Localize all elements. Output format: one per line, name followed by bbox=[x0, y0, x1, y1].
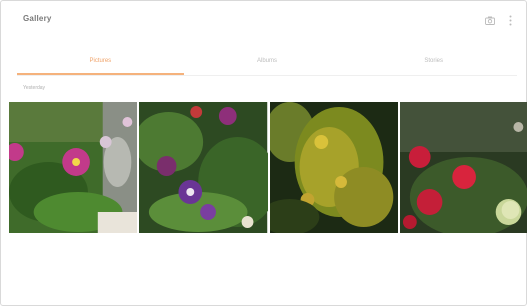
date-section-label: Yesterday bbox=[23, 85, 46, 91]
photo-thumbnail-yellow-shrub[interactable] bbox=[269, 102, 398, 233]
photo-thumbnail-columbine-flowers[interactable] bbox=[139, 102, 268, 233]
tab-stories[interactable]: Stories bbox=[350, 47, 517, 75]
app-window: Gallery Pictures Albums Stories Yesterda… bbox=[0, 0, 527, 306]
app-actions bbox=[484, 13, 516, 27]
tab-albums[interactable]: Albums bbox=[184, 47, 351, 75]
tabs-divider bbox=[17, 75, 517, 76]
photo-thumbnail-pink-flowers[interactable] bbox=[9, 102, 138, 233]
tab-bar: Pictures Albums Stories bbox=[17, 47, 517, 75]
photo-grid bbox=[9, 102, 527, 233]
tab-pictures-label: Pictures bbox=[89, 58, 112, 64]
app-bar: Gallery bbox=[1, 1, 527, 41]
tab-pictures[interactable]: Pictures bbox=[17, 47, 184, 75]
tab-albums-label: Albums bbox=[257, 58, 278, 64]
app-title: Gallery bbox=[23, 14, 52, 23]
tab-stories-label: Stories bbox=[424, 58, 444, 64]
camera-icon[interactable] bbox=[484, 13, 496, 27]
photo-thumbnail-red-flowers[interactable] bbox=[399, 102, 527, 233]
more-options-icon[interactable] bbox=[504, 13, 516, 27]
